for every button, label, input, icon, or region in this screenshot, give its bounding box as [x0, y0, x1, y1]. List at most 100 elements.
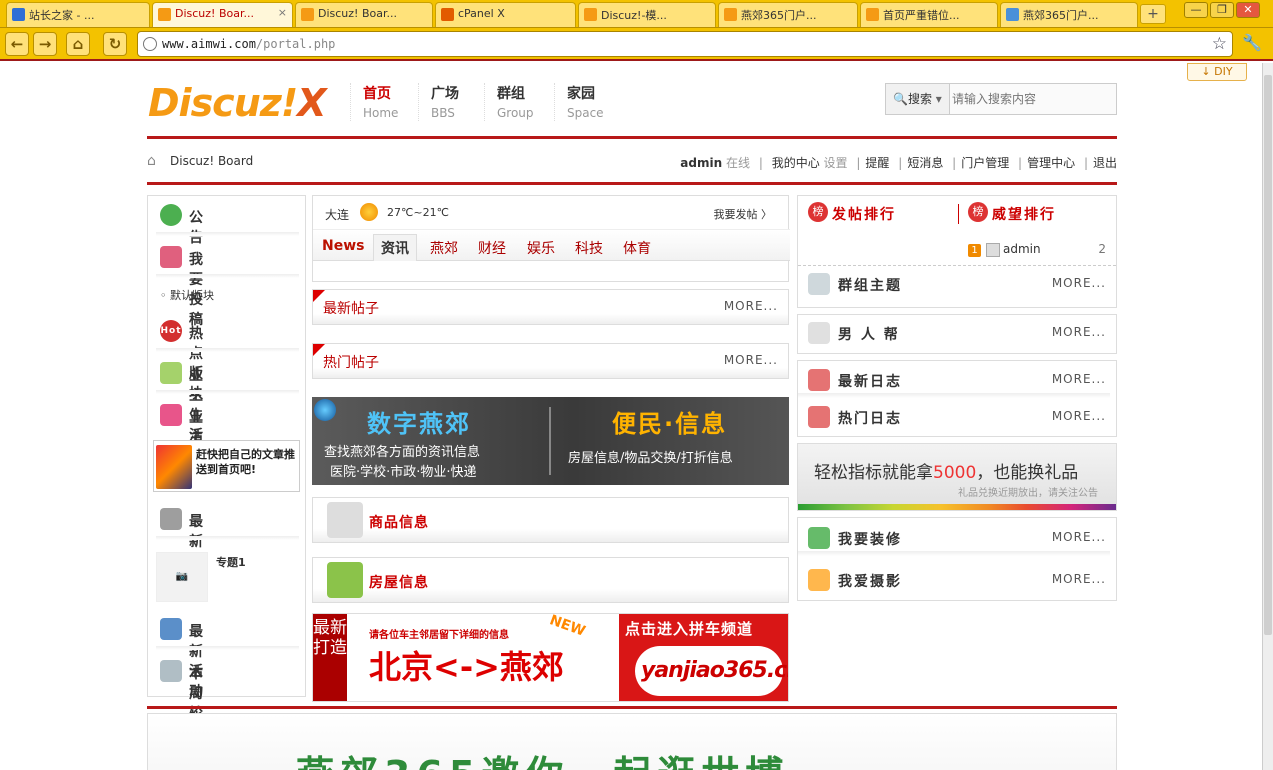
my-center-link[interactable]: 我的中心 — [772, 156, 820, 170]
browser-tab[interactable]: 站长之家 - ... — [6, 2, 150, 27]
house-icon — [327, 562, 363, 598]
car-icon: yanjiao365.cn — [635, 646, 788, 696]
discuz-logo[interactable]: Discuz!X — [148, 81, 327, 125]
latest-posts-more[interactable]: MORE... — [724, 299, 778, 313]
forward-arrow-icon[interactable]: → — [33, 32, 57, 56]
tab-yanjiao[interactable]: 燕郊 — [430, 238, 458, 258]
promo-submit-banner[interactable]: 赶快把自己的文章推送到首页吧! — [153, 440, 300, 492]
photo-icon — [808, 569, 830, 591]
house-info-title[interactable]: 房屋信息 — [369, 572, 429, 592]
browser-tab[interactable]: Discuz!-模... — [578, 2, 716, 27]
rank-entry[interactable]: 1 admin — [968, 242, 1041, 257]
browser-tab[interactable]: 燕郊365门户... — [1000, 2, 1138, 27]
close-tab-icon[interactable]: × — [278, 6, 287, 19]
avatar — [986, 242, 1000, 257]
new-tab-button[interactable]: + — [1140, 4, 1166, 24]
group-topics-title[interactable]: 群组主题 — [838, 275, 902, 295]
hot-icon: Hot — [160, 320, 182, 342]
expo-banner[interactable]: 燕郊365邀你一起逛世博 — [147, 713, 1117, 770]
tab-info[interactable]: 资讯 — [373, 234, 417, 261]
nav-home[interactable]: 首页 Home — [350, 83, 410, 121]
portal-admin-link[interactable]: 门户管理 — [961, 156, 1009, 170]
search-input[interactable] — [952, 86, 1112, 112]
close-window-button[interactable]: ✕ — [1236, 2, 1260, 18]
decor-more[interactable]: MORE... — [1052, 530, 1106, 544]
restore-button[interactable]: ❐ — [1210, 2, 1234, 18]
decor-row: 我要装修 MORE... — [798, 524, 1116, 556]
news-tabs: News 资讯 燕郊 财经 娱乐 科技 体育 — [313, 229, 790, 261]
minimize-button[interactable]: — — [1184, 2, 1208, 18]
tab-label: 燕郊365门户... — [1023, 9, 1099, 22]
settings-link[interactable]: 设置 — [824, 156, 848, 170]
back-arrow-icon[interactable]: ← — [5, 32, 29, 56]
carpool-banner[interactable]: 最新打造 请各位车主邻居留下详细的信息 北京<->燕郊 NEW 点击进入拼车频道… — [312, 613, 789, 702]
tab-post-rank[interactable]: 发帖排行 — [832, 204, 896, 224]
group-topics-more[interactable]: MORE... — [1052, 276, 1106, 290]
photo-more[interactable]: MORE... — [1052, 572, 1106, 586]
digital-yanjiao-banner[interactable]: 数字燕郊 便民·信息 查找燕郊各方面的资讯信息 医院·学校·市政·物业·快递 房… — [312, 397, 789, 485]
weather-temp: 27℃~21℃ — [387, 206, 449, 219]
men-club-title[interactable]: 男 人 帮 — [838, 324, 900, 344]
tab-sports[interactable]: 体育 — [623, 238, 651, 258]
logout-link[interactable]: 退出 — [1093, 156, 1117, 170]
news-icon — [808, 406, 830, 428]
tab-label: Discuz!-模... — [601, 9, 667, 22]
hobby-box: 我要装修 MORE... 我爱摄影 MORE... — [797, 517, 1117, 601]
browser-tab[interactable]: cPanel X — [435, 2, 576, 27]
messages-link[interactable]: 短消息 — [907, 156, 943, 170]
home-icon[interactable]: ⌂ — [66, 32, 90, 56]
globe-icon — [143, 37, 157, 51]
scrollbar-thumb[interactable] — [1264, 75, 1272, 635]
tab-prestige-rank[interactable]: 威望排行 — [992, 204, 1056, 224]
browser-tab[interactable]: Discuz! Boar... × — [152, 2, 293, 27]
latest-blog-title[interactable]: 最新日志 — [838, 371, 902, 391]
latest-posts-title[interactable]: 最新帖子 — [323, 298, 379, 318]
nav-group[interactable]: 群组 Group — [484, 83, 544, 121]
weather-city: 大连 — [325, 208, 350, 222]
wrench-icon[interactable]: 🔧 — [1242, 33, 1262, 52]
latest-blog-more[interactable]: MORE... — [1052, 372, 1106, 386]
tab-entertainment[interactable]: 娱乐 — [527, 238, 555, 258]
breadcrumb-link[interactable]: Discuz! Board — [170, 154, 253, 168]
goods-info-title[interactable]: 商品信息 — [369, 512, 429, 532]
latest-blog-row: 最新日志 MORE... — [798, 366, 1116, 398]
newspaper-icon — [160, 508, 182, 530]
latest-posts-box: 最新帖子 MORE... — [312, 289, 789, 325]
hot-posts-more[interactable]: MORE... — [724, 353, 778, 367]
men-club-more[interactable]: MORE... — [1052, 325, 1106, 339]
hot-blog-title[interactable]: 热门日志 — [838, 408, 902, 428]
default-block-link[interactable]: ◦ 默认版块 — [160, 287, 214, 303]
admin-center-link[interactable]: 管理中心 — [1027, 156, 1075, 170]
tab-tech[interactable]: 科技 — [575, 238, 603, 258]
gift-ad-banner[interactable]: 轻松指标就能拿5000，也能换礼品 礼品兑换近期放出，请关注公告 — [797, 443, 1117, 511]
header-divider — [147, 136, 1117, 139]
topic-thumbnail[interactable]: 📷 — [156, 552, 208, 602]
browser-tab[interactable]: Discuz! Boar... — [295, 2, 433, 27]
search-box: 🔍搜索 ▾ — [885, 83, 1117, 115]
search-icon: 🔍 — [893, 92, 908, 106]
browser-tab[interactable]: 首页严重错位... — [860, 2, 998, 27]
tab-news[interactable]: News — [322, 238, 364, 254]
remind-link[interactable]: 提醒 — [865, 156, 889, 170]
bookmark-star-icon[interactable]: ☆ — [1212, 34, 1227, 54]
post-thread-link[interactable]: 我要发帖 〉 — [714, 206, 773, 222]
search-type-select[interactable]: 🔍搜索 ▾ — [886, 84, 950, 114]
ranking-box: 榜 发帖排行 榜 威望排行 1 admin 2 群组主题 MORE... — [797, 195, 1117, 308]
nav-bbs[interactable]: 广场 BBS — [418, 83, 478, 121]
photo-title[interactable]: 我爱摄影 — [838, 571, 902, 591]
reload-icon[interactable]: ↻ — [103, 32, 127, 56]
vertical-scrollbar[interactable] — [1262, 63, 1273, 770]
tab-finance[interactable]: 财经 — [478, 238, 506, 258]
favicon-icon — [724, 8, 737, 21]
decor-title[interactable]: 我要装修 — [838, 529, 902, 549]
home-icon[interactable]: ⌂ — [147, 153, 163, 169]
hot-blog-more[interactable]: MORE... — [1052, 409, 1106, 423]
online-status: 在线 — [725, 156, 750, 170]
nav-space[interactable]: 家园 Space — [554, 83, 614, 121]
diy-button[interactable]: ↓ DIY — [1187, 63, 1247, 81]
topic-link[interactable]: 专题1 — [216, 554, 246, 570]
username-link[interactable]: admin — [680, 156, 722, 170]
address-bar[interactable]: www.aimwi.com/portal.php ☆ — [137, 31, 1233, 57]
browser-tab[interactable]: 燕郊365门户... — [718, 2, 858, 27]
hot-posts-title[interactable]: 热门帖子 — [323, 352, 379, 372]
